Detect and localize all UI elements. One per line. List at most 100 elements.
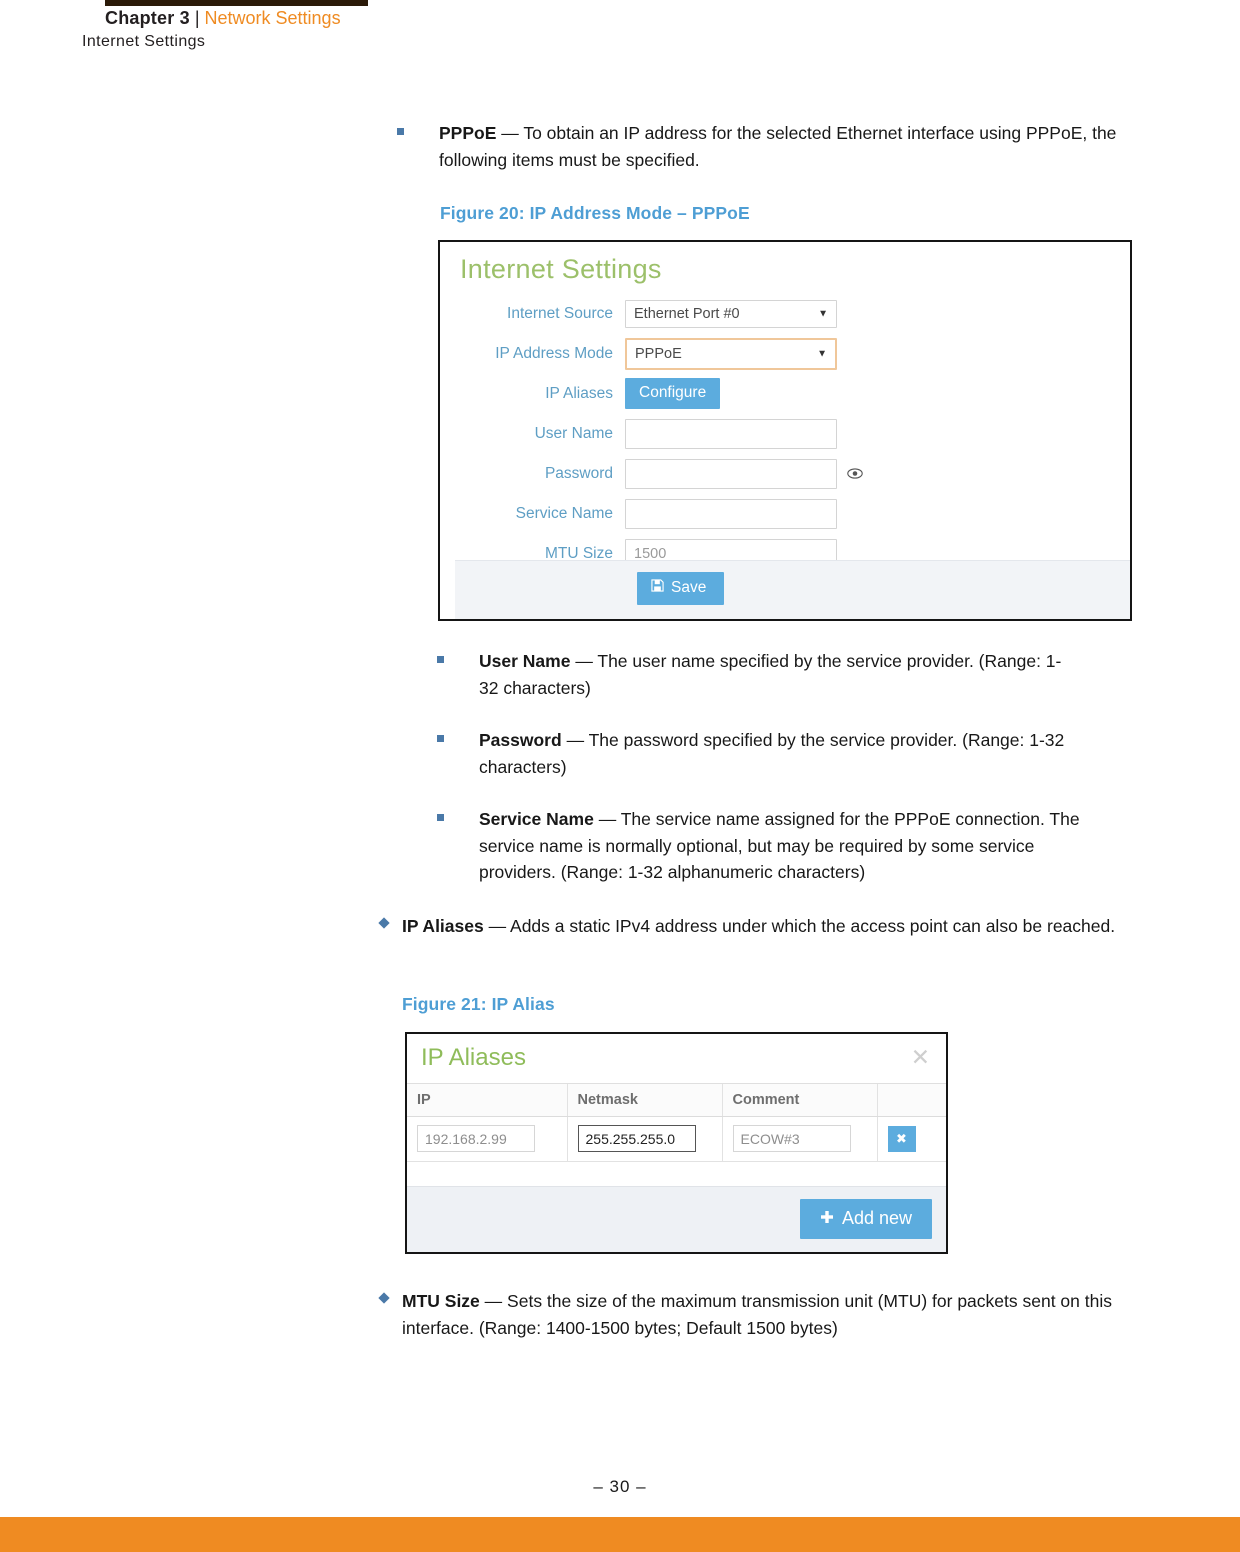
column-header-ip: IP <box>407 1084 568 1117</box>
bullet-pppoe-body: To obtain an IP address for the selected… <box>439 123 1117 170</box>
empty-cell <box>567 1162 722 1188</box>
footer-bar <box>0 1517 1240 1552</box>
column-header-netmask: Netmask <box>567 1084 723 1117</box>
section-label: Network Settings <box>204 8 341 28</box>
delete-row-button[interactable]: ✖ <box>887 1125 916 1152</box>
chevron-down-icon: ▼ <box>817 348 827 360</box>
page-number: – 30 – <box>593 1477 647 1496</box>
label-internet-source: Internet Source <box>507 304 613 322</box>
ip-aliases-dialog-header: IP Aliases ✕ <box>407 1034 946 1084</box>
service-name-input[interactable] <box>625 498 837 529</box>
bullet-pppoe-term: PPPoE <box>439 123 497 143</box>
diamond-bullet-icon <box>378 1292 390 1304</box>
form-row-internet-source: Internet Source Ethernet Port #0 ▼ <box>440 294 1130 333</box>
add-new-button-label: Add new <box>841 1208 912 1228</box>
header-rule <box>105 0 368 6</box>
bullet-user-name-dash: — <box>575 651 593 671</box>
bullet-password: Password — The password specified by the… <box>437 727 1077 780</box>
bullet-user-name-term: User Name <box>479 651 571 671</box>
bullet-mtu-size-text: MTU Size — Sets the size of the maximum … <box>402 1288 1128 1341</box>
internet-settings-panel-title: Internet Settings <box>460 254 662 284</box>
page-subtitle: Internet Settings <box>82 33 206 50</box>
ip-aliases-dialog-title: IP Aliases <box>421 1044 526 1071</box>
form-row-service-name: Service Name <box>440 494 1130 533</box>
user-name-input[interactable] <box>625 418 837 449</box>
breadcrumb-separator: | <box>194 8 200 28</box>
square-bullet-icon <box>437 735 444 742</box>
breadcrumb: Chapter 3 | Network Settings <box>105 8 341 29</box>
label-password: Password <box>544 464 613 482</box>
control-password <box>625 458 863 489</box>
bullet-mtu-size-dash: — <box>484 1291 503 1311</box>
empty-cell <box>877 1162 946 1188</box>
square-bullet-icon <box>437 656 444 663</box>
figure-21-ip-alias-screenshot: IP Aliases ✕ IP Netmask Comment 192.168.… <box>405 1032 948 1254</box>
plus-icon <box>820 1208 834 1229</box>
label-user-name: User Name <box>534 424 613 442</box>
table-header-row: IP Netmask Comment <box>407 1084 946 1117</box>
chevron-down-icon: ▼ <box>818 308 828 320</box>
cell-actions: ✖ <box>877 1116 946 1162</box>
ip-address-mode-value: PPPoE <box>635 345 682 362</box>
column-header-comment: Comment <box>722 1084 878 1117</box>
diamond-bullet-icon <box>378 917 390 929</box>
bullet-password-dash: — <box>566 730 585 750</box>
floppy-disk-icon <box>651 579 664 597</box>
save-button[interactable]: Save <box>637 572 725 605</box>
internet-settings-form: Internet Source Ethernet Port #0 ▼ IP Ad… <box>440 294 1130 574</box>
control-internet-source: Ethernet Port #0 ▼ <box>625 299 837 328</box>
bullet-service-name-dash: — <box>598 809 617 829</box>
empty-cell <box>722 1162 877 1188</box>
cell-ip: 192.168.2.99 <box>407 1116 568 1162</box>
control-ip-address-mode: PPPoE ▼ <box>625 337 837 370</box>
bullet-ip-aliases-text: IP Aliases — Adds a static IPv4 address … <box>402 913 1125 940</box>
label-service-name: Service Name <box>515 504 613 522</box>
bullet-pppoe-text: PPPoE — To obtain an IP address for the … <box>439 120 1132 173</box>
comment-input[interactable]: ECOW#3 <box>732 1125 851 1152</box>
internet-source-value: Ethernet Port #0 <box>634 305 740 322</box>
comment-value: ECOW#3 <box>740 1130 800 1147</box>
bullet-ip-aliases: IP Aliases — Adds a static IPv4 address … <box>378 913 1125 940</box>
bullet-service-name: Service Name — The service name assigned… <box>437 806 1097 886</box>
bullet-pppoe: PPPoE — To obtain an IP address for the … <box>397 120 1132 173</box>
netmask-input[interactable]: 255.255.255.0 <box>577 1125 696 1152</box>
bullet-pppoe-dash: — <box>501 123 519 143</box>
ip-input[interactable]: 192.168.2.99 <box>417 1125 535 1152</box>
empty-cell <box>407 1162 567 1188</box>
form-row-ip-aliases: IP Aliases Configure <box>440 374 1130 413</box>
internet-source-select[interactable]: Ethernet Port #0 ▼ <box>625 299 837 328</box>
ip-address-mode-select[interactable]: PPPoE ▼ <box>625 337 837 370</box>
control-service-name <box>625 498 837 529</box>
bullet-mtu-size: MTU Size — Sets the size of the maximum … <box>378 1288 1128 1341</box>
password-input[interactable] <box>625 458 837 489</box>
bullet-ip-aliases-dash: — <box>488 916 507 936</box>
figure-20-internet-settings-screenshot: Internet Settings Internet Source Ethern… <box>438 240 1132 621</box>
figure-20-caption: Figure 20: IP Address Mode – PPPoE <box>440 203 750 223</box>
bullet-mtu-size-body: Sets the size of the maximum transmissio… <box>402 1291 1112 1338</box>
bullet-ip-aliases-term: IP Aliases <box>402 916 484 936</box>
save-button-label: Save <box>671 579 707 596</box>
bullet-password-term: Password <box>479 730 562 750</box>
bullet-mtu-size-term: MTU Size <box>402 1291 480 1311</box>
close-icon[interactable]: ✕ <box>911 1046 930 1069</box>
table-empty-row <box>407 1162 946 1188</box>
netmask-value: 255.255.255.0 <box>585 1130 676 1147</box>
label-ip-address-mode: IP Address Mode <box>495 344 613 362</box>
cell-netmask: 255.255.255.0 <box>567 1116 723 1162</box>
ip-value: 192.168.2.99 <box>425 1130 507 1147</box>
form-action-bar: Save <box>455 560 1130 619</box>
table-row: 192.168.2.99 255.255.255.0 ECOW#3 ✖ <box>407 1116 946 1162</box>
ip-aliases-table: IP Netmask Comment 192.168.2.99 255.255.… <box>407 1084 946 1188</box>
square-bullet-icon <box>437 814 444 821</box>
bullet-user-name: User Name — The user name specified by t… <box>437 648 1077 701</box>
control-ip-aliases: Configure <box>625 378 721 409</box>
bullet-password-text: Password — The password specified by the… <box>479 727 1077 780</box>
add-new-button[interactable]: Add new <box>799 1199 932 1239</box>
form-row-ip-address-mode: IP Address Mode PPPoE ▼ <box>440 334 1130 373</box>
bullet-ip-aliases-body: Adds a static IPv4 address under which t… <box>510 916 1116 936</box>
form-row-user-name: User Name <box>440 414 1130 453</box>
form-row-password: Password <box>440 454 1130 493</box>
figure-21-caption: Figure 21: IP Alias <box>402 994 555 1014</box>
configure-button[interactable]: Configure <box>625 378 721 409</box>
eye-icon[interactable] <box>847 467 863 481</box>
